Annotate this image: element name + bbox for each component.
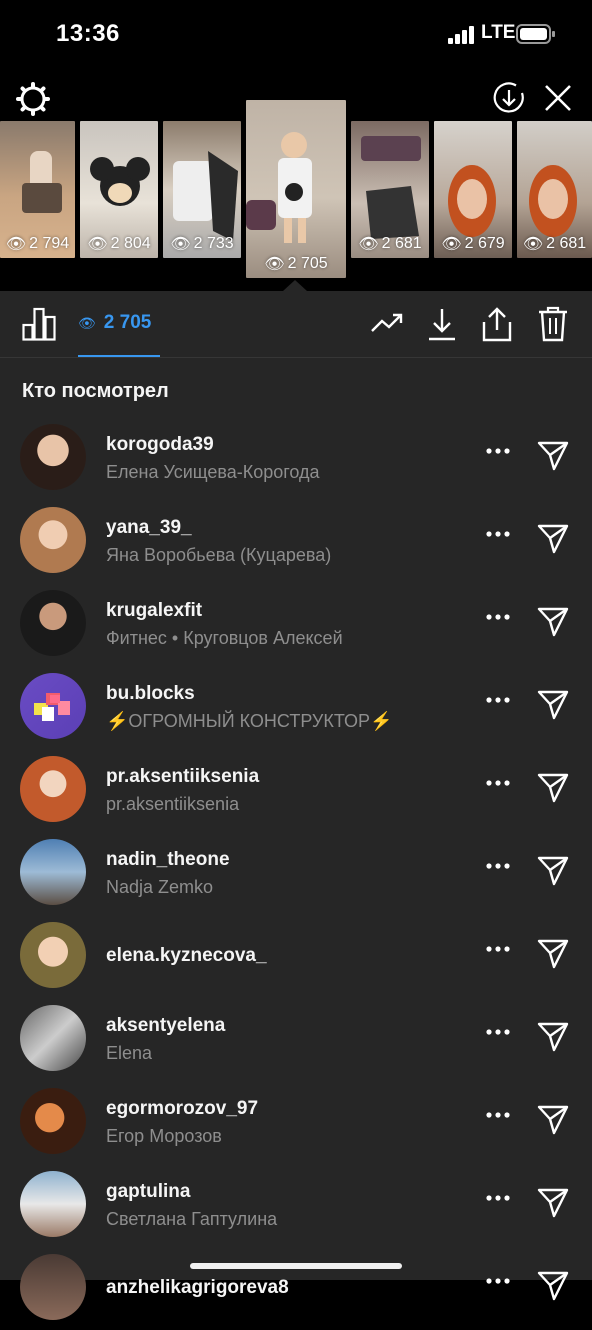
viewer-fullname: Elena <box>106 1043 153 1063</box>
viewer-fullname: Елена Усищева-Корогода <box>106 462 320 482</box>
viewer-username[interactable]: elena.kyznecova_ <box>106 945 267 967</box>
viewer-username[interactable]: krugalexfit <box>106 600 202 622</box>
more-options-icon[interactable] <box>486 530 510 538</box>
more-options-icon[interactable] <box>486 447 510 455</box>
viewer-username[interactable]: pr.aksentiiksenia <box>106 766 259 788</box>
viewer-username[interactable]: yana_39_ <box>106 517 192 539</box>
viewer-fullname: pr.aksentiiksenia <box>106 794 240 814</box>
viewer-row[interactable]: pr.aksentiiksenia pr.aksentiiksenia <box>0 749 592 832</box>
home-indicator[interactable] <box>190 1263 402 1269</box>
more-options-icon[interactable] <box>486 1028 510 1036</box>
viewer-fullname: Яна Воробьева (Куцарева) <box>106 545 332 565</box>
status-bar: 13:36 LTE <box>0 0 592 70</box>
viewer-username[interactable]: korogoda39 <box>106 434 214 456</box>
story-thumbnail[interactable]: 👁 2 804 <box>80 121 158 258</box>
battery-icon <box>516 24 555 44</box>
avatar[interactable] <box>20 507 86 573</box>
send-direct-icon[interactable] <box>537 1105 569 1135</box>
viewer-row[interactable]: yana_39_ Яна Воробьева (Куцарева) <box>0 500 592 583</box>
more-options-icon[interactable] <box>486 613 510 621</box>
avatar[interactable] <box>20 1005 86 1071</box>
viewer-row[interactable]: aksentyelena Elena <box>0 998 592 1081</box>
story-thumbnail[interactable]: 👁 2 679 <box>434 121 512 258</box>
insights-toolbar: 👁 2 705 <box>0 291 592 358</box>
share-icon[interactable] <box>482 306 512 342</box>
viewer-username[interactable]: nadin_theone <box>106 849 230 871</box>
avatar[interactable] <box>20 1088 86 1154</box>
trash-icon[interactable] <box>538 306 568 342</box>
more-options-icon[interactable] <box>486 945 510 953</box>
more-options-icon[interactable] <box>486 779 510 787</box>
viewer-row[interactable]: krugalexfit Фитнес • Круговцов Алексей <box>0 583 592 666</box>
more-options-icon[interactable] <box>486 862 510 870</box>
insights-bar-chart-icon[interactable] <box>22 307 56 341</box>
viewer-username[interactable]: bu.blocks <box>106 683 195 705</box>
send-direct-icon[interactable] <box>537 1188 569 1218</box>
story-thumbnail[interactable]: 👁 2 794 <box>0 121 75 258</box>
viewer-fullname: Фитнес • Круговцов Алексей <box>106 628 343 648</box>
section-title: Кто посмотрел <box>22 380 169 402</box>
viewer-username[interactable]: gaptulina <box>106 1181 190 1203</box>
avatar[interactable] <box>20 756 86 822</box>
story-thumbnail[interactable]: 👁 2 681 <box>517 121 592 258</box>
avatar[interactable] <box>20 922 86 988</box>
story-thumbnail[interactable]: 👁 2 681 <box>351 121 429 258</box>
send-direct-icon[interactable] <box>537 856 569 886</box>
eye-icon: 👁 <box>441 236 462 253</box>
signal-icon <box>448 26 474 44</box>
viewer-row[interactable]: elena.kyznecova_ <box>0 915 592 998</box>
viewer-row[interactable]: anzhelikagrigoreva8 <box>0 1247 592 1330</box>
send-direct-icon[interactable] <box>537 1271 569 1301</box>
story-thumbnail-strip[interactable]: 👁 2 794 👁 2 804 👁 2 733 👁 2 705 👁 2 681 👁 2 67… <box>0 100 592 290</box>
more-options-icon[interactable] <box>486 1277 510 1285</box>
eye-icon: 👁 <box>522 236 544 253</box>
views-tab[interactable]: 👁 2 705 <box>78 291 160 357</box>
eye-icon: 👁 <box>78 314 96 331</box>
selected-pointer <box>283 280 307 291</box>
viewer-row[interactable]: gaptulina Светлана Гаптулина <box>0 1164 592 1247</box>
story-thumbnail-selected[interactable]: 👁 2 705 <box>246 100 346 278</box>
viewer-row[interactable]: bu.blocks ⚡ОГРОМНЫЙ КОНСТРУКТОР⚡ <box>0 666 592 749</box>
trend-arrow-icon[interactable] <box>370 311 404 335</box>
avatar[interactable] <box>20 1171 86 1237</box>
network-label: LTE <box>481 22 516 43</box>
viewer-row[interactable]: egormorozov_97 Егор Морозов <box>0 1081 592 1164</box>
eye-icon: 👁 <box>87 236 108 253</box>
views-count: 2 705 <box>103 312 152 333</box>
viewer-username[interactable]: egormorozov_97 <box>106 1098 258 1120</box>
more-options-icon[interactable] <box>486 696 510 704</box>
eye-icon: 👁 <box>264 256 285 273</box>
more-options-icon[interactable] <box>486 1194 510 1202</box>
eye-icon: 👁 <box>5 236 27 253</box>
viewer-row[interactable]: nadin_theone Nadja Zemko <box>0 832 592 915</box>
avatar[interactable] <box>20 839 86 905</box>
send-direct-icon[interactable] <box>537 773 569 803</box>
viewer-fullname: Егор Морозов <box>106 1126 222 1146</box>
eye-icon: 👁 <box>170 236 191 253</box>
avatar[interactable] <box>20 424 86 490</box>
status-time: 13:36 <box>56 20 120 47</box>
viewer-username[interactable]: anzhelikagrigoreva8 <box>106 1277 289 1299</box>
download-icon[interactable] <box>428 307 456 341</box>
viewer-row[interactable]: korogoda39 Елена Усищева-Корогода <box>0 417 592 500</box>
viewer-fullname: Nadja Zemko <box>106 877 214 897</box>
more-options-icon[interactable] <box>486 1111 510 1119</box>
avatar[interactable] <box>20 590 86 656</box>
viewer-fullname: Светлана Гаптулина <box>106 1209 278 1229</box>
eye-icon: 👁 <box>358 236 379 253</box>
viewer-fullname: ⚡ОГРОМНЫЙ КОНСТРУКТОР⚡ <box>106 711 393 731</box>
send-direct-icon[interactable] <box>537 607 569 637</box>
story-thumbnail[interactable]: 👁 2 733 <box>163 121 241 258</box>
send-direct-icon[interactable] <box>537 690 569 720</box>
send-direct-icon[interactable] <box>537 441 569 471</box>
send-direct-icon[interactable] <box>537 1022 569 1052</box>
thumbnail-image <box>246 132 312 243</box>
send-direct-icon[interactable] <box>537 939 569 969</box>
viewer-username[interactable]: aksentyelena <box>106 1015 225 1037</box>
avatar[interactable] <box>20 1254 86 1320</box>
avatar[interactable] <box>20 673 86 739</box>
send-direct-icon[interactable] <box>537 524 569 554</box>
viewers-panel: 👁 2 705 Кто посмотрел korogoda39 Елена Ус… <box>0 291 592 1320</box>
